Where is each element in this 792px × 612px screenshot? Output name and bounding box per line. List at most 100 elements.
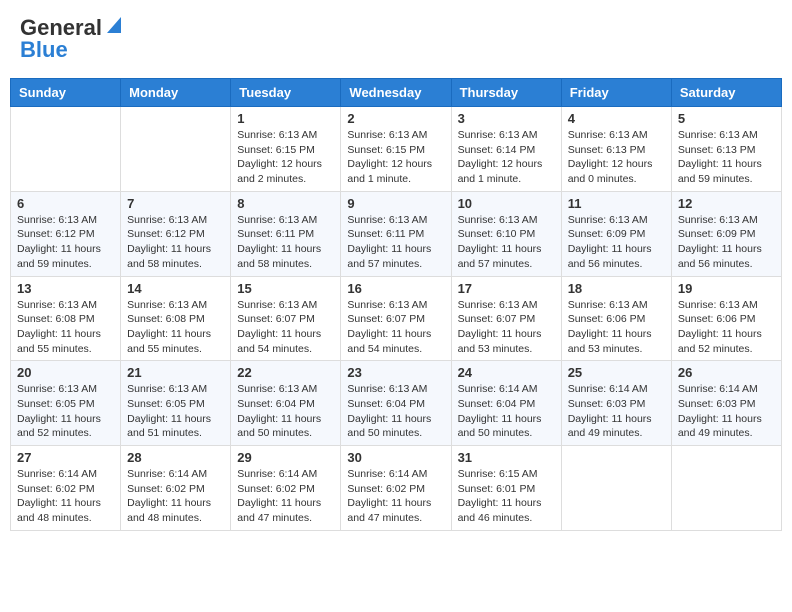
calendar-cell: 5 Sunrise: 6:13 AMSunset: 6:13 PMDaylight… [671,107,781,192]
day-info: Sunrise: 6:13 AMSunset: 6:06 PMDaylight:… [678,298,775,357]
calendar-cell: 12 Sunrise: 6:13 AMSunset: 6:09 PMDayligh… [671,191,781,276]
calendar-cell: 6 Sunrise: 6:13 AMSunset: 6:12 PMDaylight… [11,191,121,276]
day-number: 31 [458,450,555,465]
day-info: Sunrise: 6:13 AMSunset: 6:13 PMDaylight:… [678,128,775,187]
logo-blue: Blue [20,37,68,63]
logo-icon [103,17,121,35]
day-info: Sunrise: 6:14 AMSunset: 6:04 PMDaylight:… [458,382,555,441]
calendar-cell: 1 Sunrise: 6:13 AMSunset: 6:15 PMDaylight… [231,107,341,192]
calendar-cell: 21 Sunrise: 6:13 AMSunset: 6:05 PMDayligh… [121,361,231,446]
calendar-cell [561,446,671,531]
calendar-cell: 7 Sunrise: 6:13 AMSunset: 6:12 PMDaylight… [121,191,231,276]
day-number: 5 [678,111,775,126]
day-number: 26 [678,365,775,380]
day-number: 14 [127,281,224,296]
calendar-cell: 13 Sunrise: 6:13 AMSunset: 6:08 PMDayligh… [11,276,121,361]
day-info: Sunrise: 6:13 AMSunset: 6:07 PMDaylight:… [237,298,334,357]
day-info: Sunrise: 6:13 AMSunset: 6:14 PMDaylight:… [458,128,555,187]
day-info: Sunrise: 6:13 AMSunset: 6:04 PMDaylight:… [347,382,444,441]
calendar-cell: 9Sunrise: 6:13 AMSunset: 6:11 PMDaylight… [341,191,451,276]
calendar-week-3: 13 Sunrise: 6:13 AMSunset: 6:08 PMDayligh… [11,276,782,361]
calendar-cell: 27 Sunrise: 6:14 AMSunset: 6:02 PMDayligh… [11,446,121,531]
calendar-week-4: 20 Sunrise: 6:13 AMSunset: 6:05 PMDayligh… [11,361,782,446]
weekday-header-friday: Friday [561,79,671,107]
day-info: Sunrise: 6:14 AMSunset: 6:03 PMDaylight:… [568,382,665,441]
weekday-header-wednesday: Wednesday [341,79,451,107]
calendar-header-row: SundayMondayTuesdayWednesdayThursdayFrid… [11,79,782,107]
calendar-cell: 28 Sunrise: 6:14 AMSunset: 6:02 PMDayligh… [121,446,231,531]
day-info: Sunrise: 6:14 AMSunset: 6:02 PMDaylight:… [127,467,224,526]
day-info: Sunrise: 6:13 AMSunset: 6:05 PMDaylight:… [17,382,114,441]
day-info: Sunrise: 6:13 AMSunset: 6:10 PMDaylight:… [458,213,555,272]
calendar-cell [671,446,781,531]
calendar-cell: 31 Sunrise: 6:15 AMSunset: 6:01 PMDayligh… [451,446,561,531]
calendar-cell: 14 Sunrise: 6:13 AMSunset: 6:08 PMDayligh… [121,276,231,361]
day-info: Sunrise: 6:13 AMSunset: 6:09 PMDaylight:… [678,213,775,272]
calendar-cell [11,107,121,192]
day-number: 3 [458,111,555,126]
day-number: 15 [237,281,334,296]
day-info: Sunrise: 6:13 AMSunset: 6:15 PMDaylight:… [237,128,334,187]
day-info: Sunrise: 6:13 AMSunset: 6:07 PMDaylight:… [458,298,555,357]
calendar-cell: 24Sunrise: 6:14 AMSunset: 6:04 PMDayligh… [451,361,561,446]
day-number: 28 [127,450,224,465]
calendar-cell: 19 Sunrise: 6:13 AMSunset: 6:06 PMDayligh… [671,276,781,361]
day-info: Sunrise: 6:13 AMSunset: 6:06 PMDaylight:… [568,298,665,357]
weekday-header-saturday: Saturday [671,79,781,107]
weekday-header-tuesday: Tuesday [231,79,341,107]
day-number: 29 [237,450,334,465]
day-number: 16 [347,281,444,296]
weekday-header-sunday: Sunday [11,79,121,107]
day-number: 8 [237,196,334,211]
day-number: 2 [347,111,444,126]
day-number: 12 [678,196,775,211]
day-number: 17 [458,281,555,296]
day-info: Sunrise: 6:13 AMSunset: 6:08 PMDaylight:… [17,298,114,357]
calendar-cell [121,107,231,192]
calendar-cell: 17 Sunrise: 6:13 AMSunset: 6:07 PMDayligh… [451,276,561,361]
day-number: 22 [237,365,334,380]
calendar-week-2: 6 Sunrise: 6:13 AMSunset: 6:12 PMDaylight… [11,191,782,276]
day-info: Sunrise: 6:13 AMSunset: 6:11 PMDaylight:… [347,213,444,272]
day-info: Sunrise: 6:14 AMSunset: 6:02 PMDaylight:… [237,467,334,526]
day-number: 20 [17,365,114,380]
day-info: Sunrise: 6:13 AMSunset: 6:12 PMDaylight:… [127,213,224,272]
day-number: 21 [127,365,224,380]
day-number: 10 [458,196,555,211]
calendar-cell: 30Sunrise: 6:14 AMSunset: 6:02 PMDayligh… [341,446,451,531]
day-number: 13 [17,281,114,296]
day-info: Sunrise: 6:13 AMSunset: 6:08 PMDaylight:… [127,298,224,357]
day-number: 11 [568,196,665,211]
calendar-cell: 16 Sunrise: 6:13 AMSunset: 6:07 PMDayligh… [341,276,451,361]
day-info: Sunrise: 6:14 AMSunset: 6:02 PMDaylight:… [347,467,444,526]
day-number: 19 [678,281,775,296]
calendar-week-1: 1 Sunrise: 6:13 AMSunset: 6:15 PMDaylight… [11,107,782,192]
calendar-week-5: 27 Sunrise: 6:14 AMSunset: 6:02 PMDayligh… [11,446,782,531]
day-info: Sunrise: 6:14 AMSunset: 6:03 PMDaylight:… [678,382,775,441]
day-info: Sunrise: 6:14 AMSunset: 6:02 PMDaylight:… [17,467,114,526]
calendar-cell: 10 Sunrise: 6:13 AMSunset: 6:10 PMDayligh… [451,191,561,276]
day-info: Sunrise: 6:13 AMSunset: 6:12 PMDaylight:… [17,213,114,272]
calendar-cell: 2Sunrise: 6:13 AMSunset: 6:15 PMDaylight… [341,107,451,192]
page-header: General Blue [10,10,782,68]
calendar-cell: 8Sunrise: 6:13 AMSunset: 6:11 PMDaylight… [231,191,341,276]
day-number: 18 [568,281,665,296]
day-number: 1 [237,111,334,126]
logo: General Blue [20,15,121,63]
day-number: 6 [17,196,114,211]
day-info: Sunrise: 6:13 AMSunset: 6:04 PMDaylight:… [237,382,334,441]
day-info: Sunrise: 6:13 AMSunset: 6:13 PMDaylight:… [568,128,665,187]
calendar-cell: 25Sunrise: 6:14 AMSunset: 6:03 PMDayligh… [561,361,671,446]
calendar-cell: 26 Sunrise: 6:14 AMSunset: 6:03 PMDayligh… [671,361,781,446]
day-info: Sunrise: 6:13 AMSunset: 6:05 PMDaylight:… [127,382,224,441]
day-info: Sunrise: 6:13 AMSunset: 6:09 PMDaylight:… [568,213,665,272]
day-number: 7 [127,196,224,211]
calendar-cell: 15 Sunrise: 6:13 AMSunset: 6:07 PMDayligh… [231,276,341,361]
weekday-header-thursday: Thursday [451,79,561,107]
day-number: 23 [347,365,444,380]
day-number: 27 [17,450,114,465]
calendar-table: SundayMondayTuesdayWednesdayThursdayFrid… [10,78,782,531]
calendar-cell: 23 Sunrise: 6:13 AMSunset: 6:04 PMDayligh… [341,361,451,446]
day-info: Sunrise: 6:13 AMSunset: 6:07 PMDaylight:… [347,298,444,357]
day-info: Sunrise: 6:15 AMSunset: 6:01 PMDaylight:… [458,467,555,526]
